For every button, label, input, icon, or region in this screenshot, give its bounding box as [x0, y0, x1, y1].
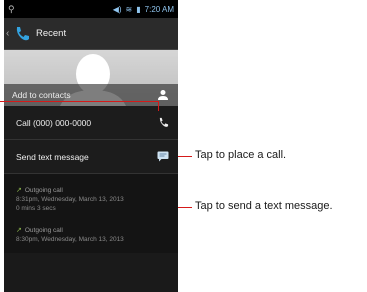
callout-text-message: Tap to send a text message.: [195, 200, 333, 212]
add-contact-icon[interactable]: [156, 88, 170, 102]
battery-icon: ▮: [136, 4, 141, 14]
list-item[interactable]: ↗ Outgoing call 8:31pm, Wednesday, March…: [4, 182, 178, 222]
log-date: 8:30pm, Wednesday, March 13, 2013: [16, 236, 124, 243]
phone-screen: ⚲ ◀) ≋ ▮ 7:20 AM ‹ Recent Add to contact…: [4, 0, 178, 292]
outgoing-call-icon: ↗: [16, 187, 22, 194]
callout-line-contacts-vertical: [158, 101, 159, 111]
phone-icon[interactable]: [156, 116, 170, 130]
add-to-contacts-label: Add to contacts: [12, 90, 71, 100]
outgoing-call-icon: ↗: [16, 227, 22, 234]
send-text-row[interactable]: Send text message: [4, 140, 178, 174]
log-type: Outgoing call: [24, 226, 63, 234]
phone-app-icon[interactable]: [12, 24, 32, 44]
signal-icon: ⚲: [8, 3, 15, 14]
volume-icon: ◀): [112, 4, 122, 14]
action-bar: ‹ Recent: [4, 18, 178, 50]
add-to-contacts-row[interactable]: Add to contacts: [4, 84, 178, 106]
list-item[interactable]: ↗ Outgoing call 8:30pm, Wednesday, March…: [4, 222, 178, 253]
call-log-list: ↗ Outgoing call 8:31pm, Wednesday, March…: [4, 174, 178, 253]
send-text-label: Send text message: [16, 151, 89, 162]
wifi-icon: ≋: [125, 4, 133, 14]
status-time: 7:20 AM: [144, 4, 174, 14]
callout-call: Tap to place a call.: [195, 149, 287, 161]
log-type: Outgoing call: [24, 186, 63, 194]
call-label: Call (000) 000-0000: [16, 117, 92, 128]
log-date: 8:31pm, Wednesday, March 13, 2013: [16, 196, 124, 203]
callout-line-call: [178, 156, 192, 157]
callout-line-contacts: [0, 101, 158, 102]
message-icon[interactable]: [156, 150, 170, 164]
log-duration: 0 mins 3 secs: [16, 205, 56, 212]
callout-line-text: [178, 207, 192, 208]
call-row[interactable]: Call (000) 000-0000: [4, 106, 178, 140]
status-bar: ⚲ ◀) ≋ ▮ 7:20 AM: [4, 0, 178, 18]
page-title: Recent: [36, 28, 67, 39]
